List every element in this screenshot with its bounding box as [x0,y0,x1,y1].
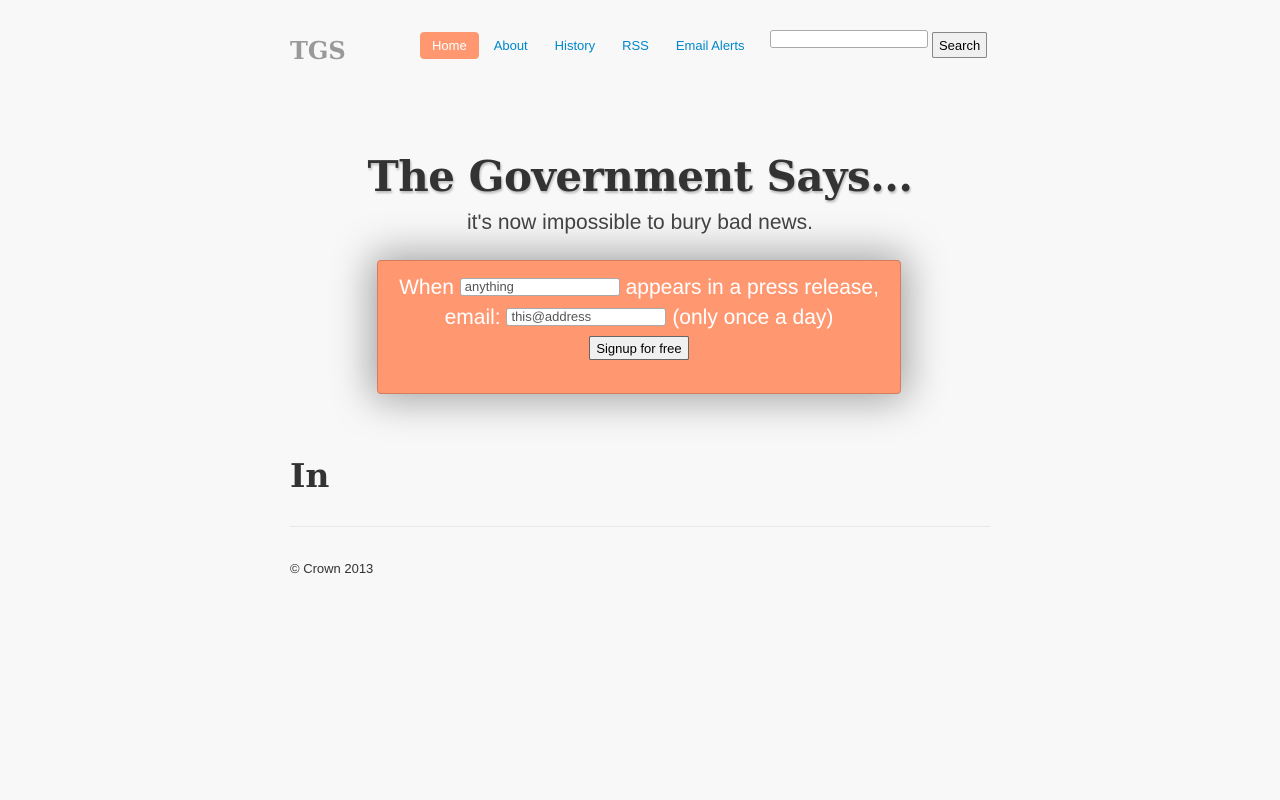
hero-title: The Government Says... [367,152,914,201]
nav-item-rss[interactable]: RSS [610,32,661,59]
signup-button[interactable]: Signup for free [589,336,689,361]
signup-form: When appears in a press release, email: … [377,260,901,394]
hero-subtitle: it's now impossible to bury bad news. [466,211,813,234]
email-input[interactable] [506,307,667,326]
search-form: Search [770,30,988,58]
page: TGS Home About History RSS Email Alerts … [0,0,1280,800]
nav-item-home[interactable]: Home [420,32,479,59]
signup-text-when: When [399,276,454,299]
divider [290,526,990,527]
search-input[interactable] [770,30,928,48]
section-heading: In [290,456,330,495]
brand-logo[interactable]: TGS [290,36,346,65]
footer-copyright: © Crown 2013 [290,561,374,576]
nav-item-email-alerts[interactable]: Email Alerts [664,32,757,59]
nav-item-about[interactable]: About [482,32,540,59]
signup-text-appears: appears in a press release, [625,276,879,299]
main-nav: Home About History RSS Email Alerts [420,32,757,59]
signup-text-email: email: [444,306,501,329]
nav-item-history[interactable]: History [543,32,607,59]
keyword-input[interactable] [459,277,620,296]
search-button[interactable]: Search [932,32,988,58]
signup-text-frequency: (only once a day) [672,306,834,329]
